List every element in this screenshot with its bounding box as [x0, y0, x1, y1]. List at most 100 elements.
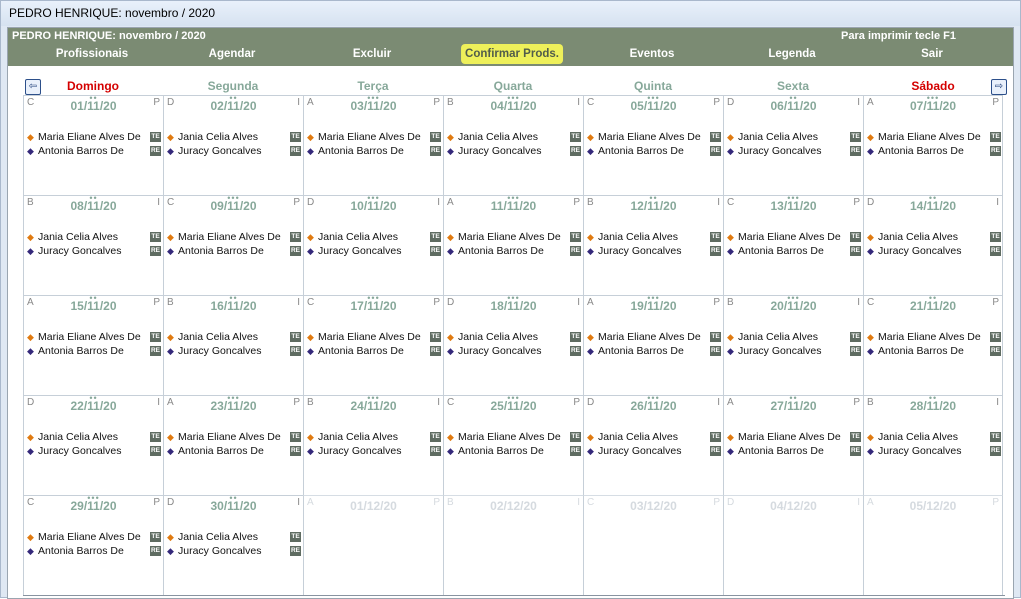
day-date-label[interactable]: 05/12/20: [864, 499, 1002, 513]
day-date-label[interactable]: 01/12/20: [304, 499, 443, 513]
day-cell[interactable]: D I •• 02/11/20 ◆ Jania Celia Alves TE ◆ Juracy …: [163, 94, 303, 195]
appointment-entry[interactable]: ◆ Maria Eliane Alves De TE: [27, 530, 161, 544]
appointment-entry[interactable]: ◆ Maria Eliane Alves De TE: [727, 430, 861, 444]
day-cell[interactable]: A P •• 15/11/20 ◆ Maria Eliane Alves De TE ◆ Ant…: [23, 294, 163, 395]
appointment-entry[interactable]: ◆ Juracy Goncalves RE: [727, 144, 861, 158]
appointment-entry[interactable]: ◆ Maria Eliane Alves De TE: [587, 330, 721, 344]
day-cell[interactable]: D I ••• 18/11/20 ◆ Jania Celia Alves TE ◆ Juracy…: [443, 294, 583, 395]
day-cell[interactable]: C P •• 21/11/20 ◆ Maria Eliane Alves De TE ◆ Ant…: [863, 294, 1003, 395]
day-date-label[interactable]: 14/11/20: [864, 199, 1002, 213]
appointment-entry[interactable]: ◆ Maria Eliane Alves De TE: [447, 430, 581, 444]
day-date-label[interactable]: 19/11/20: [584, 299, 723, 313]
appointment-entry[interactable]: ◆ Juracy Goncalves RE: [27, 444, 161, 458]
day-cell[interactable]: A P 01/12/20: [303, 495, 443, 595]
day-cell[interactable]: A P •• 27/11/20 ◆ Maria Eliane Alves De TE ◆ Ant…: [723, 394, 863, 495]
appointment-entry[interactable]: ◆ Jania Celia Alves TE: [167, 330, 301, 344]
day-cell[interactable]: D I •• 14/11/20 ◆ Jania Celia Alves TE ◆ Juracy …: [863, 194, 1003, 295]
appointment-entry[interactable]: ◆ Maria Eliane Alves De TE: [167, 230, 301, 244]
appointment-entry[interactable]: ◆ Juracy Goncalves RE: [307, 444, 441, 458]
day-date-label[interactable]: 05/11/20: [584, 99, 723, 113]
day-date-label[interactable]: 28/11/20: [864, 399, 1002, 413]
day-cell[interactable]: D I ••• 10/11/20 ◆ Jania Celia Alves TE ◆ Juracy…: [303, 194, 443, 295]
appointment-entry[interactable]: ◆ Jania Celia Alves TE: [27, 230, 161, 244]
day-date-label[interactable]: 24/11/20: [304, 399, 443, 413]
day-date-label[interactable]: 03/11/20: [304, 99, 443, 113]
day-cell[interactable]: D I ••• 26/11/20 ◆ Jania Celia Alves TE ◆ Juracy…: [583, 394, 723, 495]
appointment-entry[interactable]: ◆ Antonia Barros De RE: [727, 244, 861, 258]
day-cell[interactable]: A P ••• 23/11/20 ◆ Maria Eliane Alves De TE ◆ An…: [163, 394, 303, 495]
day-cell[interactable]: B I ••• 04/11/20 ◆ Jania Celia Alves TE ◆ Juracy…: [443, 94, 583, 195]
appointment-entry[interactable]: ◆ Jania Celia Alves TE: [167, 130, 301, 144]
day-cell[interactable]: D I •• 06/11/20 ◆ Jania Celia Alves TE ◆ Juracy …: [723, 94, 863, 195]
day-cell[interactable]: D I 04/12/20: [723, 495, 863, 595]
menu-agendar-button[interactable]: Agendar: [205, 44, 260, 64]
appointment-entry[interactable]: ◆ Jania Celia Alves TE: [867, 230, 1001, 244]
appointment-entry[interactable]: ◆ Jania Celia Alves TE: [867, 430, 1001, 444]
day-cell[interactable]: A P 05/12/20: [863, 495, 1003, 595]
appointment-entry[interactable]: ◆ Juracy Goncalves RE: [447, 144, 581, 158]
appointment-entry[interactable]: ◆ Antonia Barros De RE: [447, 244, 581, 258]
appointment-entry[interactable]: ◆ Maria Eliane Alves De TE: [867, 330, 1001, 344]
day-date-label[interactable]: 04/12/20: [724, 499, 863, 513]
appointment-entry[interactable]: ◆ Antonia Barros De RE: [27, 144, 161, 158]
day-cell[interactable]: A P ••• 19/11/20 ◆ Maria Eliane Alves De TE ◆ An…: [583, 294, 723, 395]
day-date-label[interactable]: 13/11/20: [724, 199, 863, 213]
day-cell[interactable]: A P ••• 07/11/20 ◆ Maria Eliane Alves De TE ◆ An…: [863, 94, 1003, 195]
day-cell[interactable]: C P 03/12/20: [583, 495, 723, 595]
appointment-entry[interactable]: ◆ Juracy Goncalves RE: [867, 244, 1001, 258]
day-date-label[interactable]: 26/11/20: [584, 399, 723, 413]
day-date-label[interactable]: 04/11/20: [444, 99, 583, 113]
appointment-entry[interactable]: ◆ Maria Eliane Alves De TE: [307, 130, 441, 144]
appointment-entry[interactable]: ◆ Antonia Barros De RE: [587, 344, 721, 358]
appointment-entry[interactable]: ◆ Maria Eliane Alves De TE: [167, 430, 301, 444]
appointment-entry[interactable]: ◆ Juracy Goncalves RE: [727, 344, 861, 358]
appointment-entry[interactable]: ◆ Juracy Goncalves RE: [167, 144, 301, 158]
day-date-label[interactable]: 20/11/20: [724, 299, 863, 313]
day-date-label[interactable]: 18/11/20: [444, 299, 583, 313]
day-cell[interactable]: D I •• 22/11/20 ◆ Jania Celia Alves TE ◆ Juracy …: [23, 394, 163, 495]
appointment-entry[interactable]: ◆ Juracy Goncalves RE: [307, 244, 441, 258]
day-cell[interactable]: B I •• 12/11/20 ◆ Jania Celia Alves TE ◆ Juracy …: [583, 194, 723, 295]
day-date-label[interactable]: 07/11/20: [864, 99, 1002, 113]
appointment-entry[interactable]: ◆ Jania Celia Alves TE: [587, 430, 721, 444]
appointment-entry[interactable]: ◆ Antonia Barros De RE: [167, 244, 301, 258]
day-cell[interactable]: B I •• 28/11/20 ◆ Jania Celia Alves TE ◆ Juracy …: [863, 394, 1003, 495]
day-date-label[interactable]: 16/11/20: [164, 299, 303, 313]
appointment-entry[interactable]: ◆ Antonia Barros De RE: [307, 344, 441, 358]
menu-profissionais-button[interactable]: Profissionais: [52, 44, 132, 64]
appointment-entry[interactable]: ◆ Jania Celia Alves TE: [587, 230, 721, 244]
appointment-entry[interactable]: ◆ Jania Celia Alves TE: [447, 130, 581, 144]
day-date-label[interactable]: 21/11/20: [864, 299, 1002, 313]
appointment-entry[interactable]: ◆ Jania Celia Alves TE: [727, 330, 861, 344]
day-cell[interactable]: C P •• 01/11/20 ◆ Maria Eliane Alves De TE ◆ Ant…: [23, 94, 163, 195]
appointment-entry[interactable]: ◆ Maria Eliane Alves De TE: [307, 330, 441, 344]
appointment-entry[interactable]: ◆ Juracy Goncalves RE: [587, 244, 721, 258]
appointment-entry[interactable]: ◆ Antonia Barros De RE: [27, 544, 161, 558]
day-cell[interactable]: C P ••• 09/11/20 ◆ Maria Eliane Alves De TE ◆ An…: [163, 194, 303, 295]
day-date-label[interactable]: 09/11/20: [164, 199, 303, 213]
appointment-entry[interactable]: ◆ Juracy Goncalves RE: [867, 444, 1001, 458]
appointment-entry[interactable]: ◆ Jania Celia Alves TE: [307, 430, 441, 444]
appointment-entry[interactable]: ◆ Maria Eliane Alves De TE: [27, 330, 161, 344]
day-cell[interactable]: C P ••• 17/11/20 ◆ Maria Eliane Alves De TE ◆ An…: [303, 294, 443, 395]
menu-excluir-button[interactable]: Excluir: [349, 44, 395, 64]
appointment-entry[interactable]: ◆ Maria Eliane Alves De TE: [867, 130, 1001, 144]
day-cell[interactable]: A P ••• 03/11/20 ◆ Maria Eliane Alves De TE ◆ An…: [303, 94, 443, 195]
appointment-entry[interactable]: ◆ Antonia Barros De RE: [27, 344, 161, 358]
appointment-entry[interactable]: ◆ Jania Celia Alves TE: [167, 530, 301, 544]
appointment-entry[interactable]: ◆ Jania Celia Alves TE: [447, 330, 581, 344]
day-cell[interactable]: C P ••• 29/11/20 ◆ Maria Eliane Alves De TE ◆ An…: [23, 494, 163, 595]
appointment-entry[interactable]: ◆ Antonia Barros De RE: [307, 144, 441, 158]
appointment-entry[interactable]: ◆ Maria Eliane Alves De TE: [27, 130, 161, 144]
day-date-label[interactable]: 12/11/20: [584, 199, 723, 213]
appointment-entry[interactable]: ◆ Juracy Goncalves RE: [27, 244, 161, 258]
appointment-entry[interactable]: ◆ Antonia Barros De RE: [867, 144, 1001, 158]
appointment-entry[interactable]: ◆ Maria Eliane Alves De TE: [727, 230, 861, 244]
menu-sair-button[interactable]: Sair: [917, 44, 947, 64]
day-date-label[interactable]: 23/11/20: [164, 399, 303, 413]
day-date-label[interactable]: 27/11/20: [724, 399, 863, 413]
day-date-label[interactable]: 22/11/20: [24, 399, 163, 413]
menu-legenda-button[interactable]: Legenda: [764, 44, 819, 64]
appointment-entry[interactable]: ◆ Juracy Goncalves RE: [167, 344, 301, 358]
day-cell[interactable]: C P ••• 05/11/20 ◆ Maria Eliane Alves De TE ◆ An…: [583, 94, 723, 195]
